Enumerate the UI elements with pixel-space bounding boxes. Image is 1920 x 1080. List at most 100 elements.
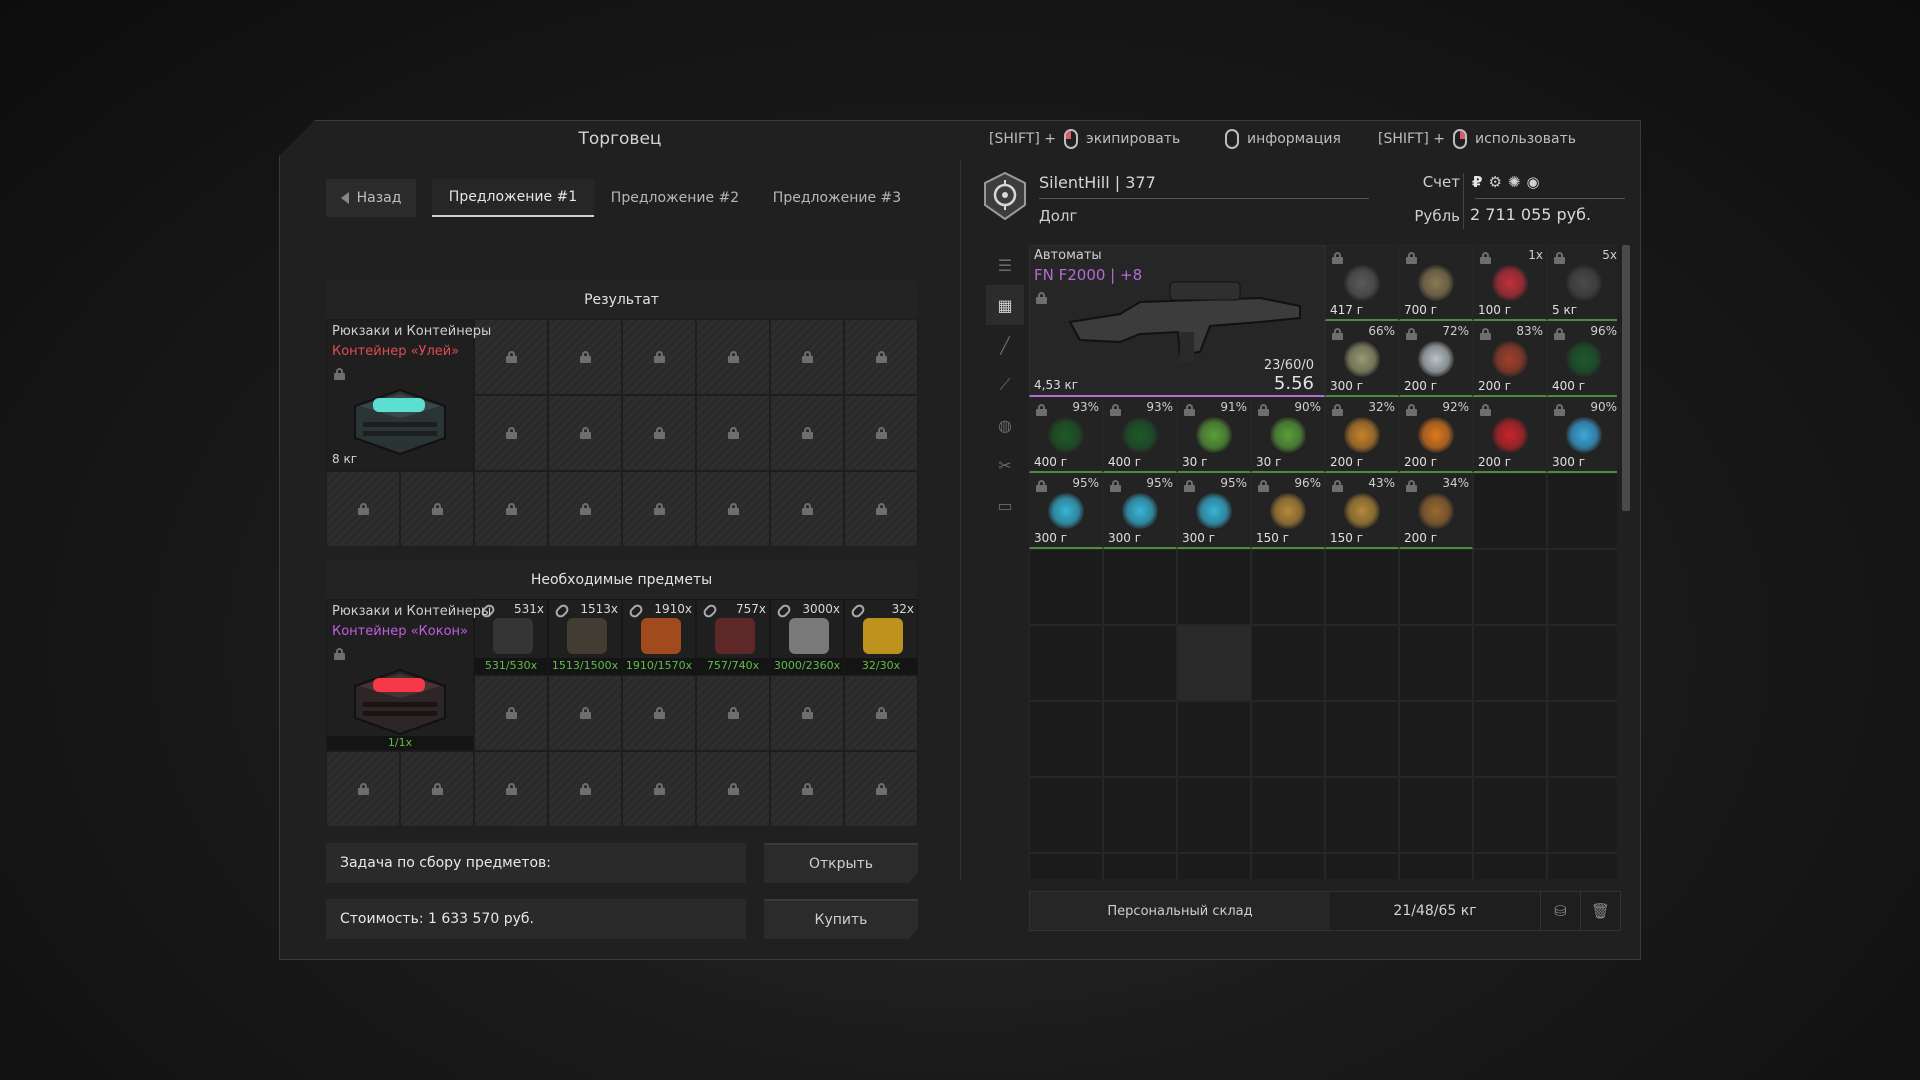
inventory-item[interactable]: 91% 30 г	[1177, 397, 1251, 473]
hint-shift-2: [SHIFT] +	[1378, 131, 1446, 147]
empty-slot[interactable]	[1399, 625, 1473, 701]
empty-slot[interactable]	[1103, 777, 1177, 853]
required-ingredient[interactable]: 32x 32/30x	[844, 599, 918, 675]
buy-button[interactable]: Купить	[764, 899, 918, 939]
required-ingredient[interactable]: 3000x 3000/2360x	[770, 599, 844, 675]
inventory-item[interactable]: 72% 200 г	[1399, 321, 1473, 397]
lock-icon	[357, 783, 369, 795]
coin-currency-icon[interactable]: ◉	[1526, 173, 1539, 191]
tab-offer-2[interactable]: Предложение #2	[594, 179, 756, 217]
ruble-icon[interactable]: ₽	[1472, 173, 1482, 191]
bolt-currency-icon[interactable]: ✺	[1508, 173, 1521, 191]
empty-slot[interactable]	[1473, 625, 1547, 701]
inventory-item[interactable]: 90% 30 г	[1251, 397, 1325, 473]
inventory-item[interactable]: 34% 200 г	[1399, 473, 1473, 549]
back-button[interactable]: Назад	[326, 179, 416, 217]
empty-slot[interactable]	[1547, 625, 1617, 701]
lock-icon	[1036, 480, 1047, 492]
tools-icon[interactable]: ✂	[986, 445, 1024, 485]
open-button[interactable]: Открыть	[764, 843, 918, 883]
misc-icon[interactable]: ▭	[986, 485, 1024, 525]
empty-slot[interactable]	[1473, 549, 1547, 625]
empty-slot[interactable]	[1399, 853, 1473, 879]
empty-slot[interactable]	[1029, 701, 1103, 777]
empty-slot[interactable]	[1029, 549, 1103, 625]
inventory-item[interactable]: 90% 300 г	[1547, 397, 1617, 473]
empty-slot[interactable]	[1399, 549, 1473, 625]
empty-slot[interactable]	[1547, 473, 1617, 549]
tab-offer-1[interactable]: Предложение #1	[432, 179, 594, 217]
empty-slot[interactable]	[1251, 777, 1325, 853]
empty-slot[interactable]	[1177, 701, 1251, 777]
empty-slot[interactable]	[1473, 473, 1547, 549]
inventory-item[interactable]: 5x 5 кг	[1547, 245, 1617, 321]
inventory-item[interactable]: 1x 100 г	[1473, 245, 1547, 321]
empty-slot[interactable]	[1177, 625, 1251, 701]
inventory-item[interactable]: 95% 300 г	[1177, 473, 1251, 549]
empty-slot[interactable]	[1547, 701, 1617, 777]
empty-slot[interactable]	[1473, 853, 1547, 879]
required-ingredient[interactable]: 1910x 1910/1570x	[622, 599, 696, 675]
inventory-item[interactable]: 32% 200 г	[1325, 397, 1399, 473]
empty-slot[interactable]	[1103, 549, 1177, 625]
tab-offer-3[interactable]: Предложение #3	[756, 179, 918, 217]
empty-slot[interactable]	[1251, 549, 1325, 625]
empty-slot[interactable]	[1325, 853, 1399, 879]
inventory-item[interactable]: 417 г	[1325, 245, 1399, 321]
empty-slot[interactable]	[1103, 701, 1177, 777]
required-ingredient[interactable]: 757x 757/740x	[696, 599, 770, 675]
inventory-item[interactable]: 96% 400 г	[1547, 321, 1617, 397]
empty-slot[interactable]	[1547, 777, 1617, 853]
inventory-item[interactable]: 93% 400 г	[1103, 397, 1177, 473]
all-items-icon[interactable]: ▦	[986, 285, 1024, 325]
empty-slot[interactable]	[1325, 625, 1399, 701]
empty-slot[interactable]	[1251, 701, 1325, 777]
trash-icon[interactable]: 🗑	[1580, 892, 1620, 930]
locked-slot	[622, 319, 696, 395]
empty-slot[interactable]	[1399, 777, 1473, 853]
inventory-item[interactable]: 95% 300 г	[1029, 473, 1103, 549]
inventory-item[interactable]: 66% 300 г	[1325, 321, 1399, 397]
sort-icon[interactable]: ☰	[986, 245, 1024, 285]
ammo-icon[interactable]: ⟋	[986, 365, 1024, 405]
required-item[interactable]: Рюкзаки и Контейнеры Контейнер «Кокон» 1…	[326, 599, 491, 751]
empty-slot[interactable]	[1547, 853, 1617, 879]
inventory-item[interactable]: 200 г	[1473, 397, 1547, 473]
result-item[interactable]: Рюкзаки и Контейнеры Контейнер «Улей» 8 …	[326, 319, 491, 471]
inventory-item[interactable]: 700 г	[1399, 245, 1473, 321]
empty-slot[interactable]	[1251, 853, 1325, 879]
empty-slot[interactable]	[1177, 777, 1251, 853]
inventory-item[interactable]: 96% 150 г	[1251, 473, 1325, 549]
empty-slot[interactable]	[1325, 701, 1399, 777]
empty-slot[interactable]	[1103, 853, 1177, 879]
empty-slot[interactable]	[1103, 625, 1177, 701]
empty-slot[interactable]	[1325, 777, 1399, 853]
empty-slot[interactable]	[1029, 853, 1103, 879]
weapons-icon[interactable]: ╱	[986, 325, 1024, 365]
stash-button[interactable]: Персональный склад	[1030, 892, 1330, 930]
required-ingredient[interactable]: 1513x 1513/1500x	[548, 599, 622, 675]
inventory-item[interactable]: 43% 150 г	[1325, 473, 1399, 549]
inventory-item[interactable]: 83% 200 г	[1473, 321, 1547, 397]
empty-slot[interactable]	[1251, 625, 1325, 701]
inventory-scrollbar[interactable]	[1622, 245, 1630, 511]
inventory-item[interactable]: 93% 400 г	[1029, 397, 1103, 473]
inventory-item[interactable]: 95% 300 г	[1103, 473, 1177, 549]
locked-slot	[474, 751, 548, 827]
empty-slot[interactable]	[1177, 549, 1251, 625]
empty-slot[interactable]	[1177, 853, 1251, 879]
empty-slot[interactable]	[1325, 549, 1399, 625]
empty-slot[interactable]	[1547, 549, 1617, 625]
empty-slot[interactable]	[1029, 625, 1103, 701]
empty-slot[interactable]	[1473, 777, 1547, 853]
gear-currency-icon[interactable]: ⚙	[1488, 173, 1501, 191]
item-weight: 200 г	[1330, 455, 1364, 469]
weapon-item[interactable]: Автоматы FN F2000 | +8 4,53 кг 23/60/0 5…	[1029, 245, 1325, 397]
artifacts-icon[interactable]: ◍	[986, 405, 1024, 445]
locked-slot	[400, 471, 474, 547]
required-item-name: Контейнер «Кокон»	[332, 624, 468, 639]
inventory-item[interactable]: 92% 200 г	[1399, 397, 1473, 473]
empty-slot[interactable]	[1473, 701, 1547, 777]
empty-slot[interactable]	[1399, 701, 1473, 777]
empty-slot[interactable]	[1029, 777, 1103, 853]
